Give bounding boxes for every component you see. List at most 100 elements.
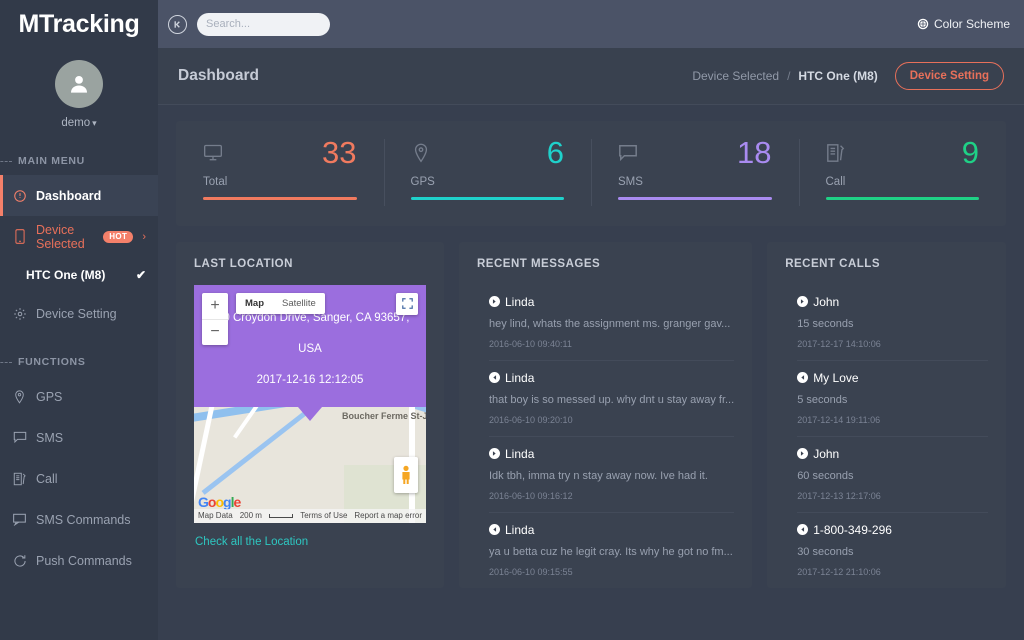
- list-item[interactable]: My Love 5 seconds 2017-12-14 19:11:06: [797, 361, 988, 437]
- stat-value: 33: [322, 139, 356, 167]
- stat-bar: [203, 197, 357, 200]
- stat-total: 33 Total: [176, 143, 384, 200]
- message-header: Linda: [489, 371, 734, 385]
- stat-sms: 18 SMS: [591, 143, 799, 200]
- map-type-switcher[interactable]: Map Satellite: [236, 293, 325, 314]
- stat-gps: 6 GPS: [384, 143, 592, 200]
- refresh-icon: [12, 553, 27, 568]
- map-scale-bar: [269, 514, 293, 518]
- map-fullscreen-button[interactable]: [396, 293, 418, 315]
- stat-top: 9: [826, 143, 980, 167]
- outgoing-arrow-icon: [797, 448, 808, 459]
- list-item[interactable]: Linda ya u betta cuz he legit cray. Its …: [489, 513, 734, 588]
- page-title: Dashboard: [178, 67, 259, 85]
- main-area: Color Scheme Dashboard Device Selected /…: [158, 0, 1024, 640]
- main-menu-section-label: MAIN MENU: [0, 155, 158, 167]
- search-box[interactable]: [197, 13, 330, 36]
- list-item[interactable]: Linda hey lind, whats the assignment ms.…: [489, 285, 734, 361]
- sidebar-item-sms-commands[interactable]: SMS Commands: [0, 499, 158, 540]
- panel-last-location: LAST LOCATION Boucher Ferme St-Jean 630 …: [176, 242, 444, 588]
- map-report-link[interactable]: Report a map error: [354, 511, 422, 520]
- monitor-icon: [203, 143, 223, 163]
- page-header: Dashboard Device Selected / HTC One (M8)…: [158, 48, 1024, 105]
- section-dash: [0, 362, 12, 363]
- check-all-location-link[interactable]: Check all the Location: [195, 536, 426, 548]
- panel-title: RECENT CALLS: [785, 258, 988, 270]
- incoming-arrow-icon: [489, 524, 500, 535]
- stat-top: 33: [203, 143, 357, 167]
- sidebar-item-label: Dashboard: [36, 189, 101, 203]
- sidebar-item-htc-one-m8[interactable]: HTC One (M8) ✔: [0, 257, 158, 293]
- chat-bubble-icon: [618, 143, 638, 163]
- sidebar-item-call[interactable]: Call: [0, 458, 158, 499]
- call-duration: 15 seconds: [797, 317, 988, 331]
- map-canvas[interactable]: Boucher Ferme St-Jean 630 Croydon Drive,…: [194, 285, 426, 523]
- panel-title: LAST LOCATION: [194, 258, 426, 270]
- call-time: 2017-12-12 21:10:06: [797, 567, 988, 577]
- list-item[interactable]: Linda that boy is so messed up. why dnt …: [489, 361, 734, 437]
- panel-recent-messages: RECENT MESSAGES Linda hey lind, whats th…: [459, 242, 752, 588]
- hot-badge: HOT: [103, 231, 133, 243]
- list-item[interactable]: John 15 seconds 2017-12-17 14:10:06: [797, 285, 988, 361]
- profile-name[interactable]: demo▾: [61, 117, 96, 129]
- content: 33 Total 6 GPS: [158, 105, 1024, 640]
- message-contact: Linda: [505, 523, 534, 537]
- sidebar-item-dashboard[interactable]: Dashboard: [0, 175, 158, 216]
- stats-card: 33 Total 6 GPS: [176, 121, 1006, 226]
- sidebar-item-device-selected[interactable]: Device Selected HOT ›: [0, 216, 158, 257]
- call-contact: John: [813, 447, 839, 461]
- stat-top: 6: [411, 143, 565, 167]
- chevron-right-icon: ›: [142, 231, 146, 243]
- brand-logo[interactable]: MTracking: [0, 0, 158, 48]
- outgoing-arrow-icon: [489, 296, 500, 307]
- list-item[interactable]: John 60 seconds 2017-12-13 12:17:06: [797, 437, 988, 513]
- stat-call: 9 Call: [799, 143, 1007, 200]
- device-setting-button[interactable]: Device Setting: [895, 62, 1004, 90]
- incoming-arrow-icon: [797, 524, 808, 535]
- list-item[interactable]: 1-800-349-296 30 seconds 2017-12-12 21:1…: [797, 513, 988, 588]
- profile-block: demo▾: [0, 48, 158, 143]
- map-type-map[interactable]: Map: [236, 293, 273, 314]
- call-contact: John: [813, 295, 839, 309]
- sidebar-item-label: Device Selected: [36, 223, 94, 251]
- profile-username: demo: [61, 117, 90, 129]
- sidebar-item-sms[interactable]: SMS: [0, 417, 158, 458]
- map-data-label: Map Data: [198, 511, 233, 520]
- panels: LAST LOCATION Boucher Ferme St-Jean 630 …: [176, 242, 1006, 588]
- search-input[interactable]: [206, 18, 348, 30]
- sidebar-item-device-setting[interactable]: Device Setting: [0, 293, 158, 334]
- call-header: John: [797, 447, 988, 461]
- section-label-text: MAIN MENU: [18, 155, 85, 167]
- map-street-view-button[interactable]: [394, 457, 418, 493]
- sidebar-item-gps[interactable]: GPS: [0, 376, 158, 417]
- call-contact: My Love: [813, 371, 858, 385]
- list-item[interactable]: Linda Idk tbh, imma try n stay away now.…: [489, 437, 734, 513]
- message-text: that boy is so messed up. why dnt u stay…: [489, 393, 734, 407]
- call-header: My Love: [797, 371, 988, 385]
- map-zoom-controls[interactable]: + −: [202, 293, 228, 345]
- stat-label: Call: [826, 176, 980, 188]
- zoom-in-button[interactable]: +: [202, 293, 228, 319]
- color-scheme-label: Color Scheme: [934, 17, 1010, 31]
- map-pin-icon: [411, 143, 431, 163]
- app-root: MTracking demo▾ MAIN MENU Dashboar: [0, 0, 1024, 640]
- zoom-out-button[interactable]: −: [202, 319, 228, 345]
- sidebar-item-push-commands[interactable]: Push Commands: [0, 540, 158, 581]
- sidebar-item-label: Call: [36, 472, 58, 486]
- sidebar-item-label: Device Setting: [36, 307, 117, 321]
- color-scheme-button[interactable]: Color Scheme: [917, 17, 1010, 31]
- map-type-satellite[interactable]: Satellite: [273, 293, 325, 314]
- map-terms-link[interactable]: Terms of Use: [300, 511, 347, 520]
- sidebar-collapse-button[interactable]: [168, 15, 187, 34]
- call-header: 1-800-349-296: [797, 523, 988, 537]
- message-time: 2016-06-10 09:15:55: [489, 567, 734, 577]
- call-time: 2017-12-17 14:10:06: [797, 339, 988, 349]
- topbar: Color Scheme: [158, 0, 1024, 48]
- message-contact: Linda: [505, 371, 534, 385]
- avatar[interactable]: [55, 60, 103, 108]
- sidebar: MTracking demo▾ MAIN MENU Dashboar: [0, 0, 158, 640]
- section-dash: [0, 161, 12, 162]
- stat-bar: [411, 197, 565, 200]
- info-window-tail: [298, 407, 322, 421]
- collapse-arrow-icon: [172, 19, 183, 30]
